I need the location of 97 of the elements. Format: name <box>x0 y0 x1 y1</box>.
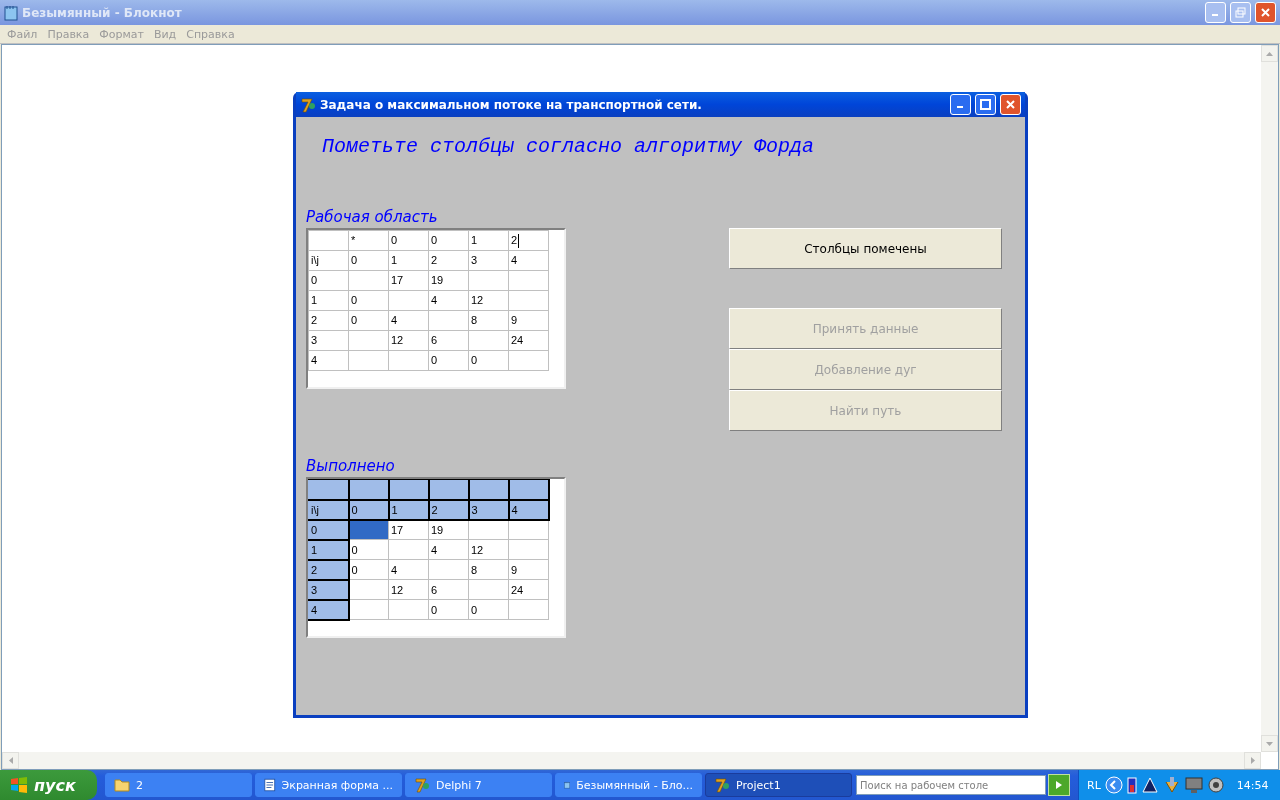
left-arrow-icon <box>8 757 13 764</box>
table-cell[interactable]: 9 <box>508 310 549 331</box>
table-cell[interactable]: 1 <box>308 290 349 311</box>
table-cell[interactable] <box>388 479 429 500</box>
table-cell[interactable]: 0 <box>348 290 389 311</box>
folder-icon <box>114 778 130 792</box>
table-cell[interactable]: 0 <box>428 599 469 620</box>
table-cell[interactable]: 0 <box>468 599 509 620</box>
close-icon <box>1260 7 1271 18</box>
window-title: Безымянный - Блокнот <box>22 5 183 20</box>
play-arrow-icon <box>1056 781 1062 789</box>
table-cell[interactable]: 0 <box>308 519 349 540</box>
notepad-icon <box>4 4 18 21</box>
table-cell[interactable]: 4 <box>428 290 469 311</box>
table-cell[interactable] <box>308 479 349 500</box>
table-cell[interactable]: 2 <box>308 559 349 580</box>
start-button[interactable]: пуск <box>0 770 97 800</box>
table-cell[interactable]: 1 <box>388 250 429 271</box>
restore-icon <box>1235 7 1246 18</box>
delphi-icon <box>300 96 316 113</box>
table-cell[interactable]: * <box>348 230 389 251</box>
chevron-icon[interactable] <box>1104 776 1123 794</box>
close-button[interactable] <box>1000 94 1021 115</box>
minimize-button[interactable] <box>950 94 971 115</box>
table-cell[interactable]: 4 <box>388 559 429 580</box>
table-cell[interactable]: 3 <box>308 330 349 351</box>
table-cell[interactable]: i\j <box>308 499 349 520</box>
grid-label: Выполнено <box>306 457 395 477</box>
table-cell[interactable]: 6 <box>428 579 469 600</box>
speaker-icon[interactable] <box>1206 776 1225 794</box>
taskbar-button[interactable]: Экранная форма ... <box>255 773 402 797</box>
table-cell[interactable]: 0 <box>428 230 469 251</box>
table-cell[interactable]: 19 <box>428 519 469 540</box>
table-cell[interactable]: 12 <box>388 579 429 600</box>
table-cell[interactable] <box>468 479 509 500</box>
table-cell[interactable]: 0 <box>348 310 389 331</box>
table-cell[interactable]: 2 <box>308 310 349 331</box>
table-cell[interactable]: 0 <box>348 539 389 560</box>
document-icon <box>264 777 276 793</box>
table-cell[interactable]: 24 <box>508 330 549 351</box>
table-cell[interactable]: 17 <box>388 270 429 291</box>
search-field[interactable]: Поиск на рабочем столе <box>856 775 1046 795</box>
restore-button[interactable] <box>1230 2 1251 23</box>
windows-logo-icon <box>10 777 28 793</box>
table-cell[interactable]: 4 <box>508 250 549 271</box>
clock: 14:54 <box>1236 778 1269 792</box>
table-cell[interactable]: 0 <box>388 230 429 251</box>
dialog-title: Задача о максимальном потоке на транспортной сети. <box>320 97 703 112</box>
table-cell[interactable] <box>508 479 549 500</box>
table-cell[interactable]: 2 <box>508 230 549 251</box>
taskbar-button[interactable]: 2 <box>105 773 252 797</box>
table-cell[interactable]: 0 <box>468 350 509 371</box>
table-cell[interactable]: 1 <box>308 539 349 560</box>
table-cell[interactable]: 0 <box>348 250 389 271</box>
horizontal-scrollbar[interactable] <box>2 752 1261 769</box>
table-cell[interactable] <box>348 479 389 500</box>
battery-icon[interactable] <box>1126 776 1137 794</box>
table-cell[interactable]: 17 <box>388 519 429 540</box>
table-cell[interactable]: 12 <box>468 290 509 311</box>
up-arrow-icon <box>1266 51 1273 56</box>
go-button[interactable] <box>1048 774 1070 796</box>
table-cell[interactable] <box>428 479 469 500</box>
table-cell[interactable]: 9 <box>508 559 549 580</box>
table-cell[interactable]: 0 <box>428 350 469 371</box>
taskbar-button[interactable]: Delphi 7 <box>405 773 552 797</box>
table-cell[interactable]: 19 <box>428 270 469 291</box>
table-cell[interactable]: 4 <box>388 310 429 331</box>
table-cell[interactable]: i\j <box>308 250 349 271</box>
grid-label: Рабочая область <box>306 208 438 228</box>
table-cell[interactable]: 3 <box>468 250 509 271</box>
table-cell[interactable]: 8 <box>468 310 509 331</box>
table-cell[interactable]: 3 <box>308 579 349 600</box>
delphi-icon <box>714 777 730 793</box>
table-cell[interactable]: 0 <box>308 270 349 291</box>
table-cell[interactable]: 4 <box>428 539 469 560</box>
table-cell[interactable]: 6 <box>428 330 469 351</box>
table-cell[interactable]: 4 <box>308 599 349 620</box>
table-cell[interactable]: 0 <box>348 559 389 580</box>
heading: Пометьте столбцы согласно алгоритму Форда <box>322 135 816 160</box>
table-cell[interactable]: 12 <box>388 330 429 351</box>
table-cell[interactable]: 12 <box>468 539 509 560</box>
close-button[interactable] <box>1255 2 1276 23</box>
taskbar-button[interactable]: Безымянный - Бло... <box>555 773 702 797</box>
table-cell[interactable]: 4 <box>308 350 349 371</box>
table-cell[interactable]: 1 <box>468 230 509 251</box>
maximize-icon <box>980 99 991 110</box>
table-cell[interactable]: 24 <box>508 579 549 600</box>
table-cell[interactable]: 8 <box>468 559 509 580</box>
maximize-button[interactable] <box>975 94 996 115</box>
action-button[interactable]: Столбцы помечены <box>729 228 1002 269</box>
taskbar-button[interactable]: Project1 <box>705 773 852 797</box>
delphi-icon <box>414 777 430 793</box>
down-arrow-icon <box>1266 741 1273 746</box>
close-icon <box>1005 99 1016 110</box>
right-arrow-icon <box>1250 757 1255 764</box>
vertical-scrollbar[interactable] <box>1261 45 1278 752</box>
table-cell[interactable]: 2 <box>428 250 469 271</box>
